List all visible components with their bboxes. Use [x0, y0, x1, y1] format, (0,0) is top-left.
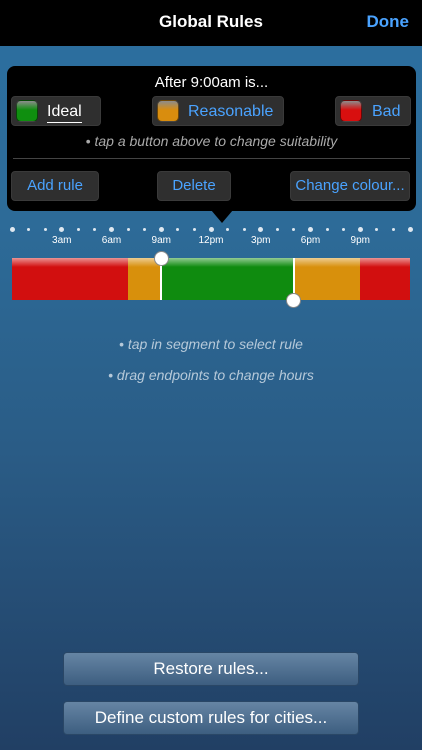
rule-segment[interactable] [360, 258, 410, 300]
major-tick-dot [407, 226, 413, 232]
rule-segment[interactable] [161, 258, 294, 300]
minor-tick-dot [226, 227, 230, 231]
minor-tick-dot [27, 227, 31, 231]
major-tick-dot [357, 226, 363, 232]
done-button[interactable]: Done [367, 12, 410, 32]
suitability-hint: • tap a button above to change suitabili… [85, 133, 338, 149]
minor-tick-dot [275, 227, 279, 231]
major-tick-dot [109, 226, 114, 232]
drag-endpoints-hint: • drag endpoints to change hours [108, 367, 314, 383]
ideal-button[interactable]: Ideal [11, 96, 101, 126]
tick-label: 9pm [350, 235, 370, 246]
hours-timeline: 3am 6am 9am 12pm 3pm 6pm 9pm [0, 222, 422, 312]
minor-tick-dot [143, 227, 147, 231]
tick-label: 6am [101, 235, 122, 246]
page-title: Global Rules [159, 12, 263, 31]
popover-divider [13, 158, 410, 159]
tick-label: 3am [52, 235, 72, 246]
minor-tick-dot [391, 227, 395, 231]
major-tick-dot [9, 226, 15, 232]
tick-label: 6pm [300, 235, 321, 246]
major-tick-dot [59, 226, 65, 232]
reasonable-label: Reasonable [188, 103, 274, 120]
minor-tick-dot [292, 227, 296, 231]
change-colour-button[interactable]: Change colour... [290, 171, 410, 201]
major-tick-dot [308, 226, 313, 232]
restore-rules-button[interactable]: Restore rules... [63, 652, 359, 686]
minor-tick-dot [76, 227, 80, 231]
minor-tick-dot [43, 227, 47, 231]
reasonable-button[interactable]: Reasonable [152, 96, 284, 126]
minor-tick-dot [126, 227, 130, 231]
start-endpoint-handle[interactable] [153, 250, 169, 266]
tick-label: 9am [151, 235, 171, 246]
minor-tick-dot [192, 227, 196, 231]
add-rule-button[interactable]: Add rule [11, 171, 99, 201]
end-endpoint-handle[interactable] [286, 292, 302, 308]
tick-label: 3pm [251, 235, 271, 246]
bad-swatch-icon [340, 100, 362, 122]
minor-tick-dot [242, 227, 246, 231]
major-tick-dot [158, 226, 164, 232]
minor-tick-dot [342, 227, 346, 231]
minor-tick-dot [93, 227, 97, 231]
major-tick-dot [258, 226, 264, 232]
tap-segment-hint: • tap in segment to select rule [119, 336, 303, 352]
popover-title: After 9:00am is... [154, 74, 269, 91]
tick-label: 12pm [198, 235, 224, 246]
reasonable-swatch-icon [157, 100, 179, 122]
ideal-swatch-icon [16, 100, 38, 122]
minor-tick-dot [375, 227, 379, 231]
bad-button[interactable]: Bad [335, 96, 411, 126]
minor-tick-dot [176, 227, 180, 231]
rule-popover: After 9:00am is... Ideal Reasonable Bad … [7, 66, 416, 211]
navigation-bar: Global Rules Done [0, 0, 422, 46]
define-custom-rules-button[interactable]: Define custom rules for cities... [63, 701, 359, 735]
delete-button[interactable]: Delete [157, 171, 231, 201]
rule-segment[interactable] [293, 258, 361, 300]
rule-segment[interactable] [12, 258, 129, 300]
minor-tick-dot [325, 227, 329, 231]
bad-label: Bad [372, 103, 401, 120]
rule-bar [12, 258, 410, 300]
ideal-label: Ideal [47, 103, 82, 123]
major-tick-dot [208, 226, 214, 232]
